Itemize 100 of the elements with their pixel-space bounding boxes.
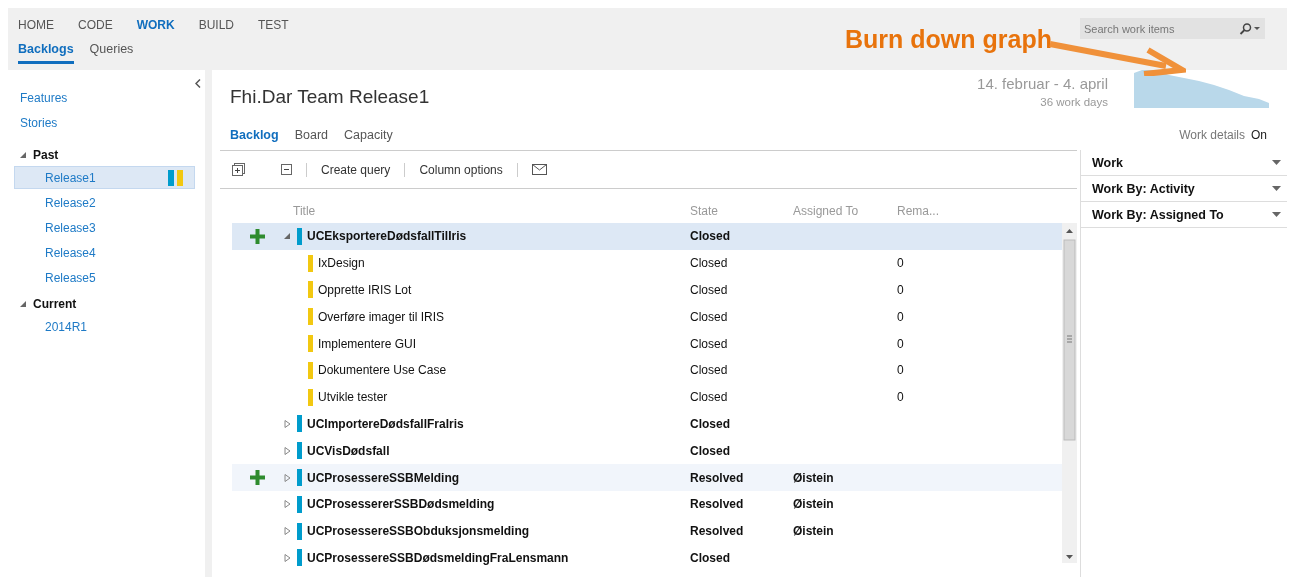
sub-tab[interactable]: Backlogs	[18, 42, 74, 64]
expander-icon[interactable]	[20, 300, 27, 308]
collapse-all-button[interactable]	[281, 164, 292, 175]
expander-icon[interactable]	[283, 500, 291, 509]
backlog-row[interactable]: UCVisDødsfall Closed	[232, 437, 1062, 465]
work-panel-header[interactable]: Work By: Activity	[1081, 176, 1287, 202]
item-title[interactable]: UCVisDødsfall	[307, 443, 390, 458]
nav-tab[interactable]: TEST	[258, 18, 289, 32]
work-panel-header[interactable]: Work	[1081, 150, 1287, 176]
work-panel-header[interactable]: Work By: Assigned To	[1081, 202, 1287, 228]
item-title[interactable]: Implementere GUI	[318, 336, 417, 351]
remaining-cell-text: 0	[897, 336, 905, 351]
work-details-label: Work details	[1179, 128, 1245, 142]
backlog-row[interactable]: UCProsessereSSBObduksjonsmelding Resolved Øistein	[232, 517, 1062, 545]
backlog-row[interactable]: Implementere GUI Closed 0	[232, 330, 1062, 357]
group-label[interactable]: Past	[33, 148, 59, 162]
search-field[interactable]: Search work items	[1080, 18, 1239, 39]
scrollbar[interactable]	[1062, 223, 1077, 563]
progress-icon	[168, 169, 184, 186]
state-cell-text: Closed	[690, 416, 731, 431]
nav-tab[interactable]: WORK	[136, 18, 175, 32]
item-title[interactable]: UCImportereDødsfallFraIris	[307, 416, 464, 431]
work-item-type-bar	[308, 335, 313, 353]
backlog-row[interactable]: UCImportereDødsfallFraIris Closed	[232, 410, 1062, 438]
assignee-cell-text: Øistein	[793, 470, 835, 485]
backlog-row[interactable]: Utvikle tester Closed 0	[232, 383, 1062, 411]
item-title[interactable]: Overføre imager til IRIS	[318, 309, 445, 324]
work-item-type-bar	[297, 522, 302, 540]
add-icon[interactable]	[249, 470, 265, 486]
date-range: 14. februar - 4. april	[977, 75, 1108, 92]
work-item-type-bar	[308, 308, 313, 326]
toolbar-button[interactable]: Column options	[419, 162, 503, 177]
sub-tab[interactable]: Queries	[89, 42, 134, 64]
nav-tab[interactable]: HOME	[18, 18, 54, 32]
item-title[interactable]: UCProsessereSSBDødsmeldingFraLensmann	[307, 550, 569, 565]
expander-icon[interactable]	[20, 151, 27, 159]
item-title[interactable]: Dokumentere Use Case	[318, 363, 447, 378]
work-item-type-bar	[297, 495, 302, 513]
sidebar-item[interactable]: Release1	[14, 166, 195, 189]
dropdown-icon[interactable]	[1272, 160, 1281, 165]
sidebar-item[interactable]: Release2	[14, 191, 195, 214]
page-title: Fhi.Dar Team Release1	[230, 86, 430, 109]
sidebar-item[interactable]: Release4	[14, 241, 195, 264]
work-item-type-bar	[297, 442, 302, 460]
backlog-row[interactable]: IxDesign Closed 0	[232, 249, 1062, 277]
nav-tab[interactable]: BUILD	[198, 18, 234, 32]
expander-icon[interactable]	[283, 232, 291, 241]
expander-icon[interactable]	[283, 446, 291, 455]
backlog-row[interactable]: UCProsessererSSBDødsmelding Resolved Øistein	[232, 490, 1062, 518]
add-icon[interactable]	[249, 228, 265, 244]
backlog-row[interactable]: Opprette IRIS Lot Closed 0	[232, 276, 1062, 304]
state-cell-text: Closed	[690, 336, 729, 351]
item-title[interactable]: Utvikle tester	[318, 390, 388, 405]
view-tab[interactable]: Board	[294, 128, 328, 142]
dropdown-icon[interactable]	[1272, 212, 1281, 217]
sidebar-item[interactable]: Release5	[14, 266, 195, 289]
item-title[interactable]: UCEksportereDødsfallTilIris	[307, 229, 467, 244]
view-tab[interactable]: Capacity	[344, 128, 393, 142]
item-title[interactable]: UCProsessereSSBObduksjonsmelding	[307, 524, 530, 539]
state-cell-text: Resolved	[690, 470, 745, 485]
expander-icon[interactable]	[283, 473, 291, 482]
group-label[interactable]: Current	[33, 297, 77, 311]
nav-tab[interactable]: CODE	[78, 18, 113, 32]
remaining-cell-text: 0	[897, 283, 905, 297]
backlog-row[interactable]: Overføre imager til IRIS Closed 0	[232, 303, 1062, 331]
item-title[interactable]: IxDesign	[318, 256, 365, 271]
expander-icon[interactable]	[283, 527, 291, 536]
backlog-row[interactable]: UCProsessereSSBDødsmeldingFraLensmann Closed	[232, 544, 1062, 572]
remaining-cell-text: 0	[897, 309, 905, 324]
sidebar-link[interactable]: Stories	[8, 111, 205, 136]
work-days: 36 work days	[1040, 96, 1108, 108]
search-icon[interactable]	[1239, 22, 1261, 35]
work-item-type-bar	[308, 254, 313, 272]
burndown-chart[interactable]	[1134, 70, 1269, 108]
state-cell-text: Closed	[690, 229, 731, 244]
sidebar-item[interactable]: 2014R1	[14, 315, 195, 338]
assignee-cell-text: Øistein	[793, 497, 835, 512]
backlog-row[interactable]: UCEksportereDødsfallTilIris Closed	[232, 223, 1062, 250]
toolbar-button[interactable]: Create query	[321, 162, 391, 177]
state-cell-text: Closed	[690, 283, 729, 297]
expand-all-button[interactable]	[232, 163, 245, 176]
collapse-icon[interactable]	[195, 79, 201, 88]
work-item-type-bar	[308, 281, 313, 299]
backlog-row[interactable]: UCProsessereSSBMelding Resolved Øistein	[232, 464, 1062, 491]
sidebar-link[interactable]: Features	[8, 86, 205, 111]
item-title[interactable]: UCProsessererSSBDødsmelding	[307, 497, 495, 512]
work-item-type-bar	[297, 469, 302, 487]
item-title[interactable]: Opprette IRIS Lot	[318, 283, 412, 297]
remaining-cell-text: 0	[897, 363, 905, 378]
state-cell-text: Closed	[690, 550, 731, 565]
item-title[interactable]: UCProsessereSSBMelding	[307, 470, 460, 485]
work-details-toggle[interactable]: On	[1251, 128, 1267, 142]
dropdown-icon[interactable]	[1272, 186, 1281, 191]
view-tab[interactable]: Backlog	[230, 128, 279, 142]
sidebar-item[interactable]: Release3	[14, 216, 195, 239]
expander-icon[interactable]	[283, 553, 291, 562]
backlog-row[interactable]: Dokumentere Use Case Closed 0	[232, 357, 1062, 384]
mail-icon[interactable]	[531, 164, 547, 175]
state-cell-text: Closed	[690, 443, 731, 458]
expander-icon[interactable]	[283, 419, 291, 428]
